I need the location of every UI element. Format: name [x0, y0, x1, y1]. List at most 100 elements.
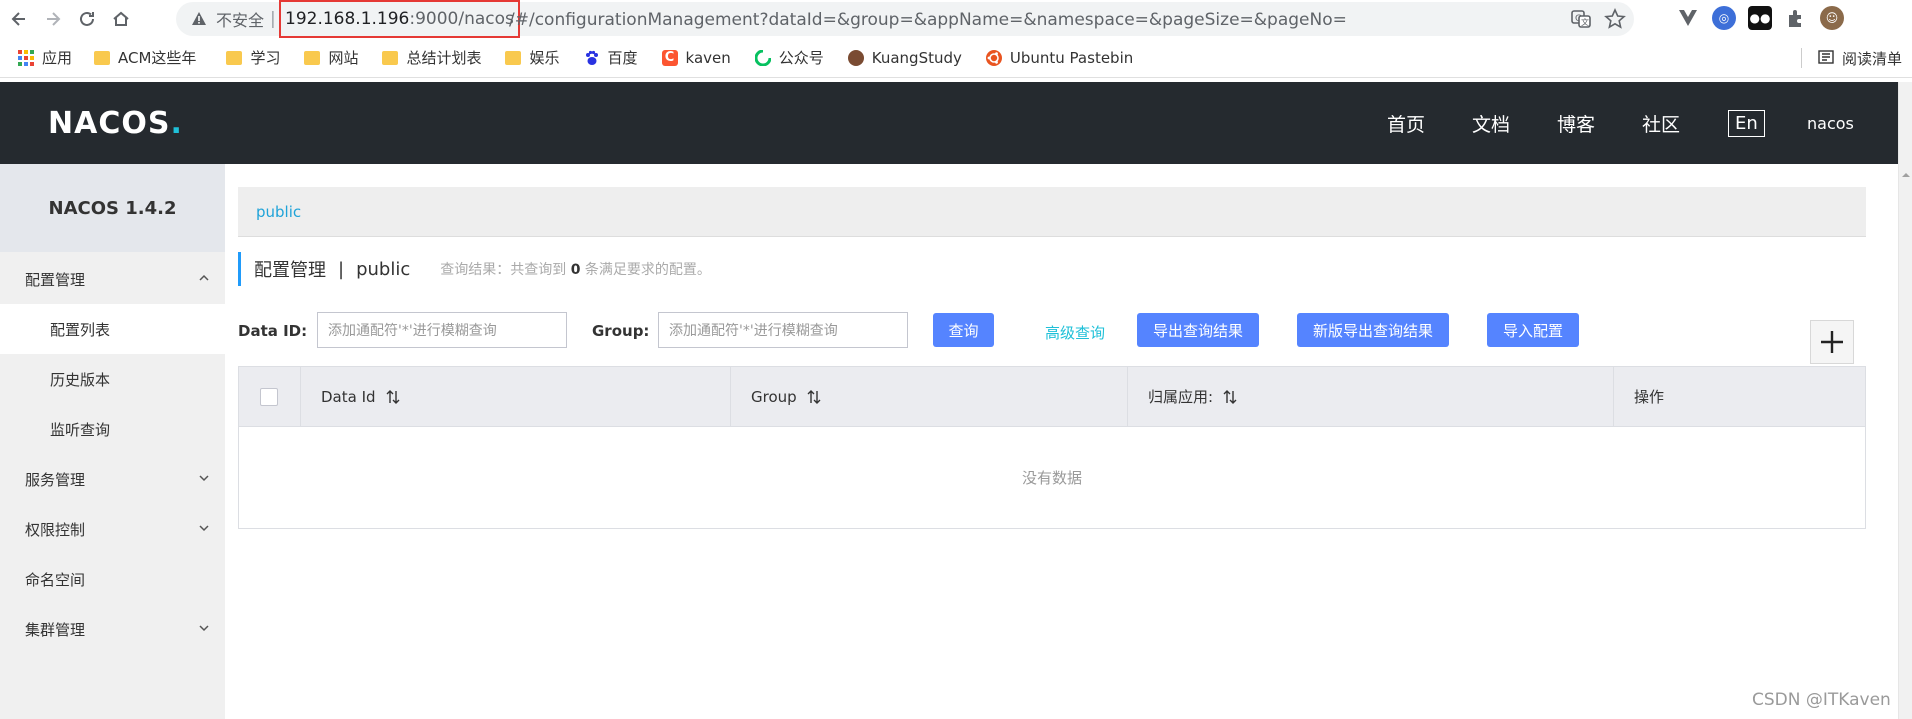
translate-icon[interactable]: G文	[1570, 8, 1592, 35]
user-menu[interactable]: nacos	[1807, 82, 1854, 164]
menu-listener-query[interactable]: 监听查询	[0, 404, 225, 454]
bookmark-folder[interactable]: 娱乐	[505, 47, 560, 68]
bookmark-label: 公众号	[778, 49, 824, 67]
nacos-logo[interactable]: NACOS.	[48, 106, 183, 141]
folder-icon	[94, 50, 111, 65]
folder-icon	[382, 50, 399, 65]
chevron-up-icon	[199, 274, 209, 281]
csdn-watermark: CSDN @ITKaven	[1752, 690, 1891, 710]
avatar-icon	[847, 49, 864, 66]
select-all-checkbox[interactable]	[260, 387, 278, 406]
th-group[interactable]: Group	[731, 367, 1128, 426]
bookmark-kaven[interactable]: C kaven	[661, 48, 731, 67]
bookmark-folder[interactable]: ACM这些年	[94, 47, 196, 68]
bookmark-baidu[interactable]: 百度	[584, 47, 638, 68]
address-separator: |	[270, 9, 276, 29]
bookmark-label: Ubuntu Pastebin	[1009, 48, 1134, 67]
current-namespace: public	[356, 258, 411, 280]
ubuntu-icon	[985, 49, 1002, 66]
th-label: 操作	[1634, 388, 1665, 406]
nav-home[interactable]: 首页	[1387, 82, 1425, 164]
menu-label: 监听查询	[50, 420, 111, 439]
url-rest: /#/configurationManagement?dataId=&group…	[509, 10, 1347, 30]
menu-service-management[interactable]: 服务管理	[0, 454, 225, 504]
bookmark-label: 学习	[250, 49, 281, 67]
menu-config-list[interactable]: 配置列表	[0, 304, 225, 354]
config-table: Data Id Group 归属应用: 操作 没有数据	[238, 366, 1866, 529]
menu-access-control[interactable]: 权限控制	[0, 504, 225, 554]
nav-community[interactable]: 社区	[1642, 82, 1680, 164]
app-header: NACOS. 首页 文档 博客 社区 En nacos	[0, 82, 1898, 164]
circle-extension-icon[interactable]: ◎	[1712, 6, 1736, 30]
export-results-button[interactable]: 导出查询结果	[1137, 313, 1259, 347]
menu-cluster-management[interactable]: 集群管理	[0, 604, 225, 654]
forward-button[interactable]	[38, 4, 68, 34]
namespace-tab-bar: public	[238, 187, 1866, 237]
bookmark-gongzhonghao[interactable]: 公众号	[754, 47, 824, 68]
bookmark-apps[interactable]: 应用	[18, 47, 72, 68]
url-port-path: :9000/nacos	[409, 9, 514, 29]
version-title: NACOS 1.4.2	[0, 164, 225, 252]
warning-triangle-icon	[190, 10, 208, 28]
sort-icon[interactable]	[386, 389, 400, 405]
scroll-up-arrow-icon[interactable]	[1899, 168, 1912, 182]
user-name: nacos	[1807, 113, 1854, 133]
reading-list-button[interactable]: 阅读清单	[1818, 48, 1902, 69]
th-data-id[interactable]: Data Id	[301, 367, 731, 426]
create-config-button[interactable]	[1810, 320, 1854, 364]
sort-icon[interactable]	[807, 389, 821, 405]
bookmark-label: kaven	[685, 48, 731, 67]
namespace-tab-public[interactable]: public	[256, 203, 301, 221]
logo-text: NACOS	[48, 106, 171, 141]
side-menu: NACOS 1.4.2 配置管理 配置列表 历史版本 监听查询 服务管理 权限控…	[0, 164, 225, 719]
th-label: Data Id	[321, 387, 376, 406]
menu-namespace[interactable]: 命名空间	[0, 554, 225, 604]
bookmark-label: 应用	[42, 49, 73, 67]
bookmark-folder[interactable]: 学习	[226, 47, 280, 68]
summary-prefix: 查询结果：共查询到	[440, 262, 567, 278]
bookmarks-bar: 应用 ACM这些年 学习 网站 总结计划表 娱乐 百度 C kaven 公众号 …	[0, 38, 1912, 78]
bookmark-label: 网站	[328, 49, 359, 67]
tampermonkey-icon[interactable]: ●●	[1748, 6, 1772, 30]
apps-grid-icon	[18, 49, 34, 66]
home-button[interactable]	[106, 4, 136, 34]
bookmark-ubuntu-pastebin[interactable]: Ubuntu Pastebin	[985, 48, 1134, 67]
arrow-left-icon	[11, 12, 25, 26]
group-input[interactable]: 添加通配符'*'进行模糊查询	[658, 312, 908, 348]
puzzle-extensions-icon[interactable]	[1784, 6, 1808, 30]
data-id-input[interactable]: 添加通配符'*'进行模糊查询	[317, 312, 567, 348]
bookmark-folder[interactable]: 网站	[304, 47, 358, 68]
query-summary: 查询结果：共查询到 0 条满足要求的配置。	[440, 259, 711, 279]
th-app-name[interactable]: 归属应用:	[1128, 367, 1614, 426]
advanced-query-link[interactable]: 高级查询	[1045, 322, 1105, 343]
bookmark-folder[interactable]: 总结计划表	[382, 47, 481, 68]
export-results-new-button[interactable]: 新版导出查询结果	[1297, 313, 1449, 347]
browser-toolbar: 不安全 | 192.168.1.196:9000/nacos /#/config…	[0, 0, 1912, 38]
menu-history[interactable]: 历史版本	[0, 354, 225, 404]
nav-docs[interactable]: 文档	[1472, 82, 1510, 164]
page-scrollbar[interactable]	[1898, 82, 1912, 719]
sort-icon[interactable]	[1223, 389, 1237, 405]
reload-button[interactable]	[72, 4, 102, 34]
chevron-down-icon	[199, 625, 209, 632]
menu-config-management[interactable]: 配置管理	[0, 254, 225, 304]
folder-icon	[505, 50, 522, 65]
address-bar[interactable]: 不安全 | 192.168.1.196:9000/nacos /#/config…	[176, 0, 1634, 38]
insecure-label: 不安全	[216, 11, 265, 30]
nav-blog[interactable]: 博客	[1557, 82, 1595, 164]
query-button[interactable]: 查询	[933, 313, 994, 347]
bookmark-kuangstudy[interactable]: KuangStudy	[847, 49, 962, 67]
menu-label: 服务管理	[25, 470, 86, 489]
group-label: Group:	[592, 322, 650, 340]
vue-devtools-icon[interactable]	[1676, 6, 1700, 30]
star-icon[interactable]	[1604, 8, 1626, 35]
language-toggle[interactable]: En	[1728, 82, 1765, 164]
url-highlight-box: 192.168.1.196:9000/nacos	[279, 0, 520, 38]
reading-list-icon	[1818, 49, 1834, 69]
table-header: Data Id Group 归属应用: 操作	[239, 367, 1865, 427]
menu-label: 历史版本	[50, 370, 111, 389]
back-button[interactable]	[4, 4, 34, 34]
profile-avatar-icon[interactable]: ☺	[1820, 6, 1844, 30]
import-config-button[interactable]: 导入配置	[1487, 313, 1579, 347]
search-form: Data ID: 添加通配符'*'进行模糊查询 Group: 添加通配符'*'进…	[238, 312, 1898, 348]
